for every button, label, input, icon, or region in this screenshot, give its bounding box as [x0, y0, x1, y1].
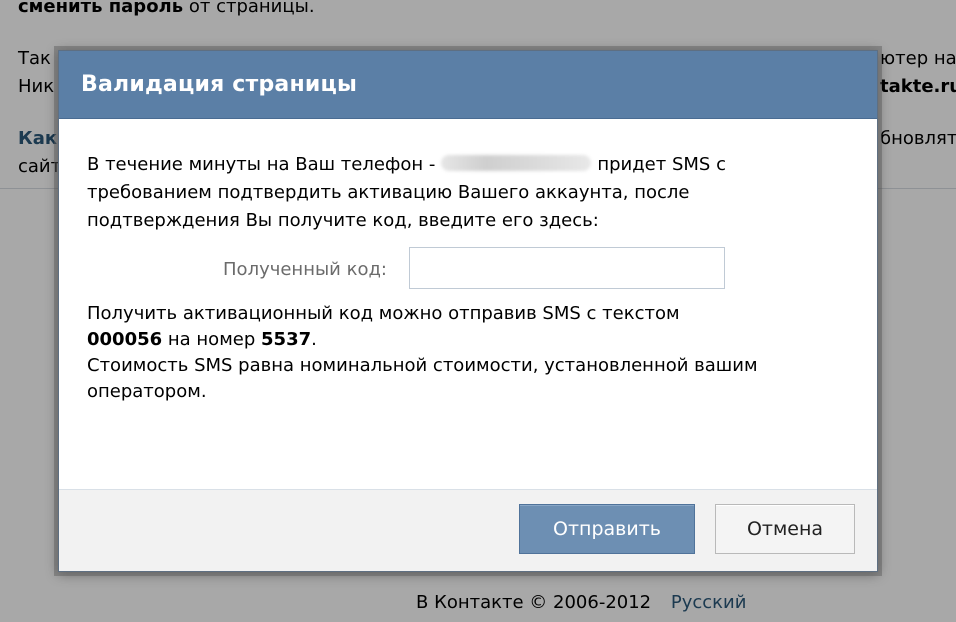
dialog-body: В течение минуты на Ваш телефон - придет …	[59, 119, 877, 489]
instructions-text: В течение минуты на Ваш телефон - придет …	[87, 151, 787, 235]
dialog-header[interactable]: Валидация страницы	[59, 51, 877, 119]
send-button[interactable]: Отправить	[519, 504, 695, 554]
sms-instruction-line: Получить активационный код можно отправи…	[87, 301, 847, 327]
cancel-button[interactable]: Отмена	[715, 504, 855, 554]
sms-number: 5537	[261, 329, 312, 350]
code-label: Полученный код:	[223, 259, 387, 280]
sms-period: .	[311, 329, 317, 350]
sms-code-line: 000056 на номер 5537.	[87, 327, 847, 353]
validation-dialog: Валидация страницы В течение минуты на В…	[58, 50, 878, 572]
sms-text-before: Получить активационный код можно отправи…	[87, 303, 680, 324]
code-input[interactable]	[409, 247, 725, 289]
sms-cost-note: Стоимость SMS равна номинальной стоимост…	[87, 355, 758, 402]
sms-code: 000056	[87, 329, 163, 350]
instructions-part-1: В течение минуты на Ваш телефон -	[87, 154, 436, 175]
sms-to-text: на номер	[167, 329, 256, 350]
sms-info: Получить активационный код можно отправи…	[87, 301, 847, 405]
dialog-footer: Отправить Отмена	[59, 489, 877, 571]
dialog-title: Валидация страницы	[81, 72, 358, 97]
code-row: Полученный код:	[59, 247, 879, 289]
redacted-phone-number	[441, 155, 592, 171]
